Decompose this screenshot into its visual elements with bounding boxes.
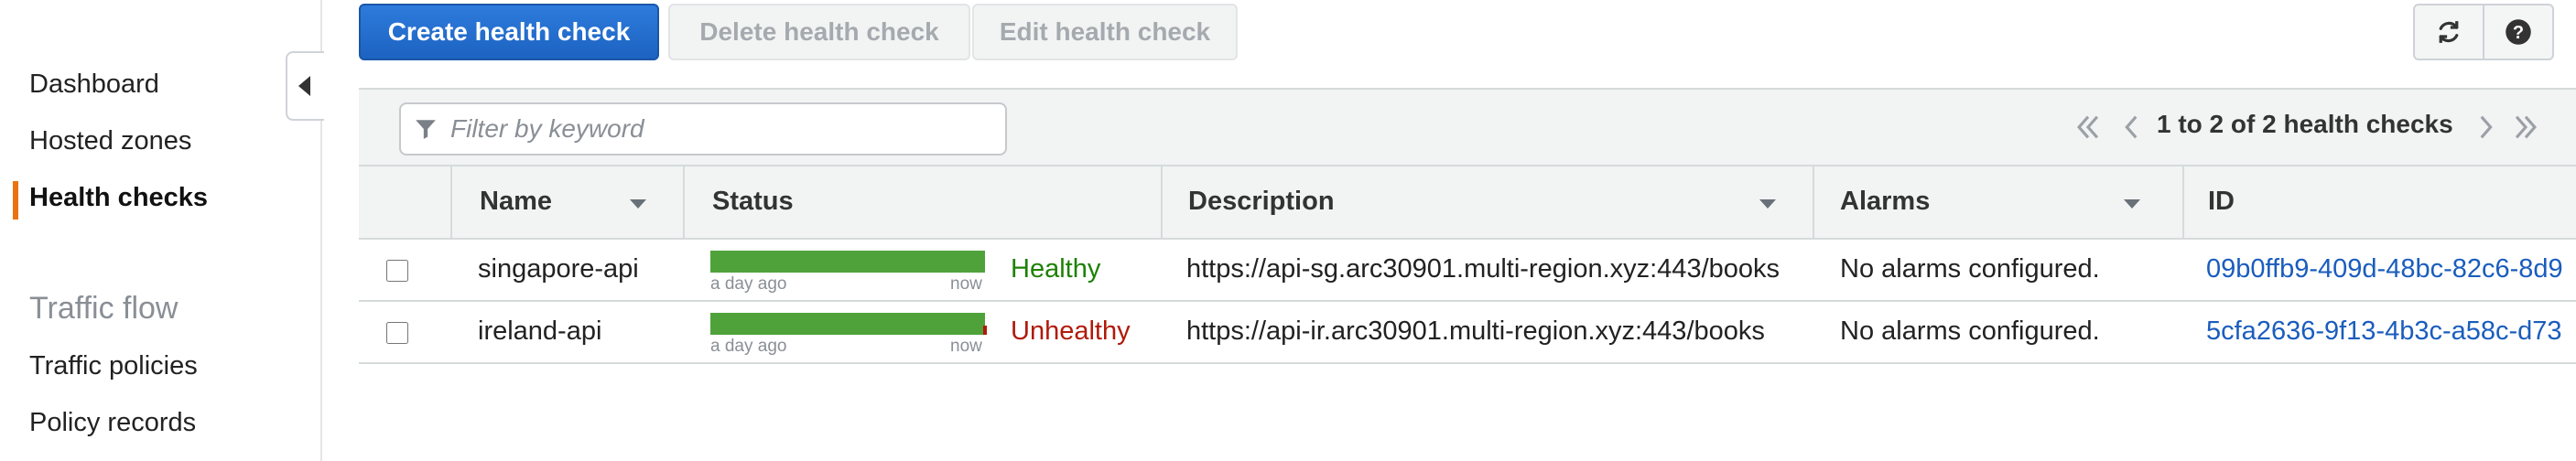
status-history-end-label: now [950, 274, 982, 294]
status-history-start-label: a day ago [710, 274, 787, 294]
column-divider [1161, 165, 1163, 240]
first-page-icon[interactable] [2073, 112, 2104, 143]
unhealthy-marker [983, 326, 987, 335]
column-header-status[interactable]: Status [712, 187, 794, 217]
health-check-name: ireland-api [478, 316, 602, 346]
column-header-alarms[interactable]: Alarms [1840, 187, 1930, 217]
column-divider [2182, 165, 2184, 240]
sidebar-item-dashboard[interactable]: Dashboard [29, 70, 159, 100]
create-health-check-button[interactable]: Create health check [359, 4, 659, 60]
help-button[interactable]: ? [2483, 4, 2554, 60]
sidebar-item-policy-records[interactable]: Policy records [29, 408, 196, 438]
row-select-checkbox[interactable] [386, 322, 408, 344]
status-history-end-label: now [950, 337, 982, 356]
alarms-cell: No alarms configured. [1840, 316, 2100, 346]
filter-field[interactable] [399, 102, 1007, 155]
health-check-name: singapore-api [478, 254, 639, 284]
svg-text:?: ? [2513, 23, 2524, 43]
status-history-bar [710, 251, 985, 273]
collapse-left-icon [298, 76, 310, 96]
description-cell: https://api-sg.arc30901.multi-region.xyz… [1186, 254, 1780, 284]
column-divider [450, 165, 452, 240]
column-header-name[interactable]: Name [480, 187, 552, 217]
sort-caret-icon[interactable] [2124, 199, 2140, 209]
previous-page-icon[interactable] [2116, 112, 2148, 143]
active-indicator [13, 181, 18, 220]
sidebar-item-traffic-policies[interactable]: Traffic policies [29, 351, 198, 381]
sidebar-collapse-button[interactable] [286, 51, 324, 121]
delete-health-check-button[interactable]: Delete health check [668, 4, 970, 60]
table-header [359, 165, 2576, 240]
edit-health-check-button[interactable]: Edit health check [972, 4, 1238, 60]
health-check-id-link[interactable]: 09b0ffb9-409d-48bc-82c6-8d9 [2206, 254, 2563, 284]
status-text: Healthy [1011, 254, 1101, 284]
column-header-id[interactable]: ID [2208, 187, 2235, 217]
filter-input[interactable] [450, 114, 990, 144]
refresh-icon [2439, 21, 2459, 43]
sort-caret-icon[interactable] [630, 199, 646, 209]
row-select-checkbox[interactable] [386, 260, 408, 282]
sidebar-item-hosted-zones[interactable]: Hosted zones [29, 126, 191, 156]
sidebar-item-health-checks[interactable]: Health checks [29, 183, 208, 213]
status-history-bar [710, 313, 987, 335]
status-history-start-label: a day ago [710, 337, 787, 356]
filter-icon [416, 120, 436, 139]
pagination-status: 1 to 2 of 2 health checks [2157, 110, 2453, 138]
health-check-id-link[interactable]: 5cfa2636-9f13-4b3c-a58c-d73 [2206, 316, 2562, 347]
refresh-button[interactable] [2413, 4, 2484, 60]
sort-caret-icon[interactable] [1759, 199, 1776, 209]
row-divider [359, 362, 2576, 364]
alarms-cell: No alarms configured. [1840, 254, 2100, 284]
sidebar: Dashboard Hosted zones Health checks Tra… [0, 0, 322, 461]
help-icon: ? [2506, 19, 2531, 45]
column-header-description[interactable]: Description [1188, 187, 1335, 217]
next-page-icon[interactable] [2470, 112, 2501, 143]
column-divider [1813, 165, 1814, 240]
column-divider [683, 165, 685, 240]
last-page-icon[interactable] [2510, 112, 2541, 143]
row-divider [359, 300, 2576, 302]
sidebar-section-traffic-flow: Traffic flow [29, 291, 179, 326]
description-cell: https://api-ir.arc30901.multi-region.xyz… [1186, 316, 1765, 346]
status-text: Unhealthy [1011, 316, 1131, 346]
